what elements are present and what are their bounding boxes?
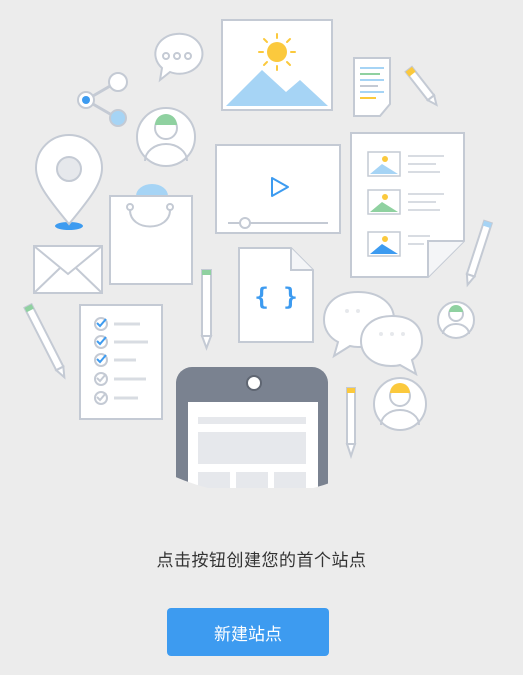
create-site-button[interactable]: 新建站点: [167, 608, 329, 656]
empty-state-illustration: { }: [23, 19, 494, 520]
checklist-icon: [79, 304, 163, 420]
avatar-icon: [373, 377, 427, 431]
picture-icon: [221, 19, 333, 111]
avatar-icon: [136, 107, 196, 167]
svg-text:{ }: { }: [254, 283, 297, 311]
pencil-icon: [345, 387, 357, 460]
avatar-icon: [437, 301, 475, 339]
pencil-icon: [404, 65, 439, 107]
document-icon: [353, 57, 391, 117]
shopping-bag-icon: [109, 184, 193, 285]
code-file-icon: { }: [238, 247, 314, 343]
empty-state-message: 点击按钮创建您的首个站点: [156, 551, 367, 571]
video-player-icon: [215, 144, 341, 234]
article-document-icon: [350, 132, 465, 278]
envelope-icon: [33, 245, 103, 294]
share-icon: [77, 72, 128, 127]
pencil-icon: [200, 269, 213, 351]
